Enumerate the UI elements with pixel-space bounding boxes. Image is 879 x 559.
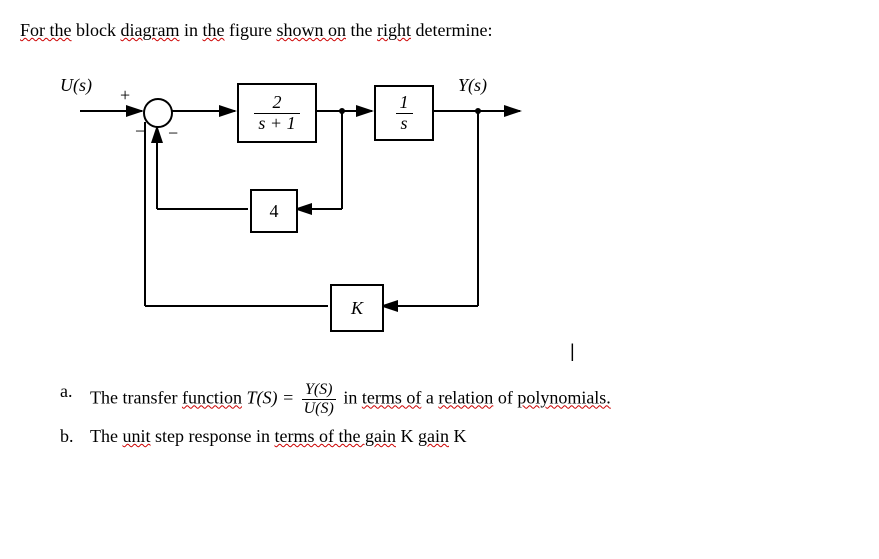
pa-text: The transfer xyxy=(90,388,177,408)
minus-sign-inner: − xyxy=(135,121,145,142)
pb-text: step response in xyxy=(155,426,270,446)
pb-text: K xyxy=(400,426,413,446)
text-cursor: | xyxy=(570,341,575,362)
part-b: b. The unit step response in terms of th… xyxy=(60,426,859,447)
pb-text: gain xyxy=(418,426,449,446)
pb-text: K xyxy=(453,426,466,446)
pb-text: terms of the gain xyxy=(274,426,395,446)
q-word: diagram xyxy=(121,20,180,40)
sub-questions: a. The transfer function T(S) = Y(S) U(S… xyxy=(20,381,859,447)
q-word: block xyxy=(76,20,116,40)
part-a-marker: a. xyxy=(60,381,73,402)
minus-sign-outer: − xyxy=(168,123,178,144)
pb-text: The xyxy=(90,426,118,446)
q-word: in xyxy=(184,20,198,40)
block-diagram: U(s) + − − 2 s + 1 1 s Y(s) 4 K | xyxy=(60,61,600,361)
q-word: the xyxy=(203,20,225,40)
part-b-marker: b. xyxy=(60,426,74,447)
question-text: For the block diagram in the figure show… xyxy=(20,20,859,41)
pa-text: of xyxy=(498,388,513,408)
q-word: For the xyxy=(20,20,72,40)
block-h1: 4 xyxy=(250,189,298,233)
pb-text: unit xyxy=(122,426,150,446)
pa-text: T(S) = xyxy=(246,388,294,408)
q-word: right xyxy=(377,20,411,40)
q-word: the xyxy=(351,20,373,40)
block-g1: 2 s + 1 xyxy=(237,83,317,143)
pa-text: in xyxy=(343,388,357,408)
pa-text: a xyxy=(426,388,434,408)
plus-sign: + xyxy=(120,85,130,106)
pa-text: polynomials. xyxy=(517,388,611,408)
pa-text: relation xyxy=(438,388,493,408)
transfer-fraction: Y(S) U(S) xyxy=(302,381,336,418)
input-label: U(s) xyxy=(60,75,92,96)
q-word: figure xyxy=(229,20,272,40)
output-label: Y(s) xyxy=(458,75,487,96)
block-k: K xyxy=(330,284,384,332)
q-word: determine: xyxy=(416,20,493,40)
pa-text: function xyxy=(182,388,242,408)
block-g2: 1 s xyxy=(374,85,434,141)
q-word: shown on xyxy=(276,20,346,40)
pa-text: terms of xyxy=(362,388,421,408)
part-a: a. The transfer function T(S) = Y(S) U(S… xyxy=(60,381,859,418)
